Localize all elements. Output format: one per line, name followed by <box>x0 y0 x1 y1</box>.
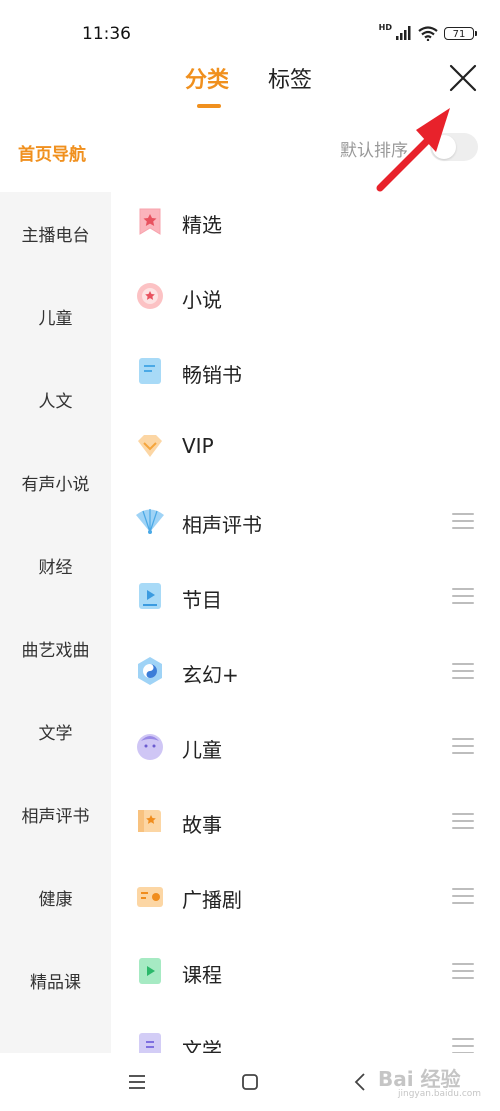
menu-icon[interactable] <box>126 1071 148 1093</box>
sidebar-item-home-nav[interactable]: 首页导航 <box>0 110 111 192</box>
watermark-sub: jingyan.baidu.com <box>398 1089 482 1099</box>
sidebar-item-label: 精品课 <box>30 973 81 993</box>
list-item[interactable]: 儿童 <box>111 710 500 785</box>
sidebar-list: 主播电台 儿童 人文 有声小说 财经 曲艺戏曲 文学 相声评书 健康 精品课 <box>0 192 111 1053</box>
active-tab-indicator <box>197 104 221 108</box>
sidebar-item[interactable]: 儿童 <box>0 275 111 358</box>
diamond-icon <box>138 435 162 457</box>
badge-star-icon <box>137 283 163 309</box>
sidebar-item-label: 有声小说 <box>21 475 90 495</box>
category-label: 故事 <box>182 813 222 837</box>
sidebar-item[interactable]: 主播电台 <box>0 192 111 275</box>
drag-handle-icon[interactable] <box>452 888 474 905</box>
sidebar-item-label: 财经 <box>38 558 73 578</box>
category-label: 相声评书 <box>182 513 262 537</box>
list-item[interactable]: VIP <box>111 410 500 485</box>
signal-icon <box>396 26 411 40</box>
watermark: Bai 经验 jingyan.baidu.com <box>378 1063 481 1099</box>
sidebar-item-label: 曲艺戏曲 <box>21 641 90 661</box>
wifi-icon <box>418 25 438 41</box>
list-item[interactable]: 节目 <box>111 560 500 635</box>
list-item[interactable]: 小说 <box>111 260 500 335</box>
sidebar-item[interactable]: 财经 <box>0 524 111 607</box>
play-screen-icon <box>139 583 161 609</box>
bookmark-star-icon <box>139 208 161 235</box>
status-bar: 11:36 HD 71 <box>0 0 500 50</box>
drag-handle-icon[interactable] <box>452 588 474 605</box>
drag-handle-icon[interactable] <box>452 513 474 530</box>
sidebar-item[interactable]: 曲艺戏曲 <box>0 607 111 690</box>
drag-handle-icon[interactable] <box>452 1038 474 1053</box>
watermark-text: Bai 经验 <box>378 1067 461 1091</box>
battery-indicator: 71 <box>444 26 477 40</box>
category-sidebar: 首页导航 主播电台 儿童 人文 有声小说 财经 曲艺戏曲 文学 相声评书 健康 … <box>0 110 111 1053</box>
radio-icon <box>137 887 163 907</box>
category-label: VIP <box>182 434 214 458</box>
tab-category[interactable]: 分类 <box>185 62 229 94</box>
category-label: 节目 <box>182 588 222 612</box>
sidebar-item-label: 健康 <box>38 890 73 910</box>
category-label: 儿童 <box>182 738 222 762</box>
sidebar-item-label: 相声评书 <box>21 807 90 827</box>
fan-icon <box>136 509 164 534</box>
category-list: 精选 小说 畅销书 VIP 相声评书 节目 玄幻+ 儿童 故事 广播剧 课程 文… <box>111 185 500 1053</box>
drag-handle-icon[interactable] <box>452 963 474 980</box>
drag-handle-icon[interactable] <box>452 738 474 755</box>
list-item[interactable]: 故事 <box>111 785 500 860</box>
drag-handle-icon[interactable] <box>452 663 474 680</box>
sidebar-item[interactable]: 有声小说 <box>0 441 111 524</box>
sidebar-item-label: 人文 <box>38 392 73 412</box>
category-label: 畅销书 <box>182 363 242 387</box>
list-item[interactable]: 玄幻+ <box>111 635 500 710</box>
tab-tags[interactable]: 标签 <box>268 62 312 94</box>
sidebar-item[interactable]: 人文 <box>0 358 111 441</box>
hd-label: HD <box>378 23 392 32</box>
sidebar-home-label: 首页导航 <box>18 145 86 165</box>
category-label: 玄幻+ <box>182 663 239 687</box>
home-icon[interactable] <box>239 1071 261 1093</box>
list-item[interactable]: 相声评书 <box>111 485 500 560</box>
close-icon[interactable] <box>447 62 479 94</box>
sidebar-item[interactable]: 健康 <box>0 856 111 939</box>
yin-yang-icon <box>138 657 162 685</box>
literature-book-icon <box>139 1033 161 1053</box>
play-course-icon <box>139 958 161 984</box>
category-label: 课程 <box>182 963 222 987</box>
baby-face-icon <box>137 734 163 760</box>
category-label: 文学 <box>182 1038 222 1053</box>
list-item[interactable]: 课程 <box>111 935 500 1010</box>
drag-handle-icon[interactable] <box>452 813 474 830</box>
back-icon[interactable] <box>350 1071 372 1093</box>
category-label: 小说 <box>182 288 222 312</box>
list-item[interactable]: 文学 <box>111 1010 500 1053</box>
sidebar-item-label: 主播电台 <box>21 226 90 246</box>
battery-level: 71 <box>452 28 466 40</box>
sidebar-item-label: 儿童 <box>38 309 73 329</box>
list-item[interactable]: 畅销书 <box>111 335 500 410</box>
sidebar-item[interactable]: 精品课 <box>0 939 111 1022</box>
category-label: 广播剧 <box>182 888 242 912</box>
status-time: 11:36 <box>82 24 131 44</box>
system-icons: HD 71 <box>378 23 477 42</box>
list-item[interactable]: 广播剧 <box>111 860 500 935</box>
sidebar-item[interactable]: 相声评书 <box>0 773 111 856</box>
annotation-arrow-icon <box>376 108 450 192</box>
sidebar-item-label: 文学 <box>38 724 73 744</box>
sidebar-item[interactable]: 文学 <box>0 690 111 773</box>
category-label: 精选 <box>182 213 222 237</box>
story-book-icon <box>138 810 161 832</box>
book-icon <box>139 358 161 384</box>
